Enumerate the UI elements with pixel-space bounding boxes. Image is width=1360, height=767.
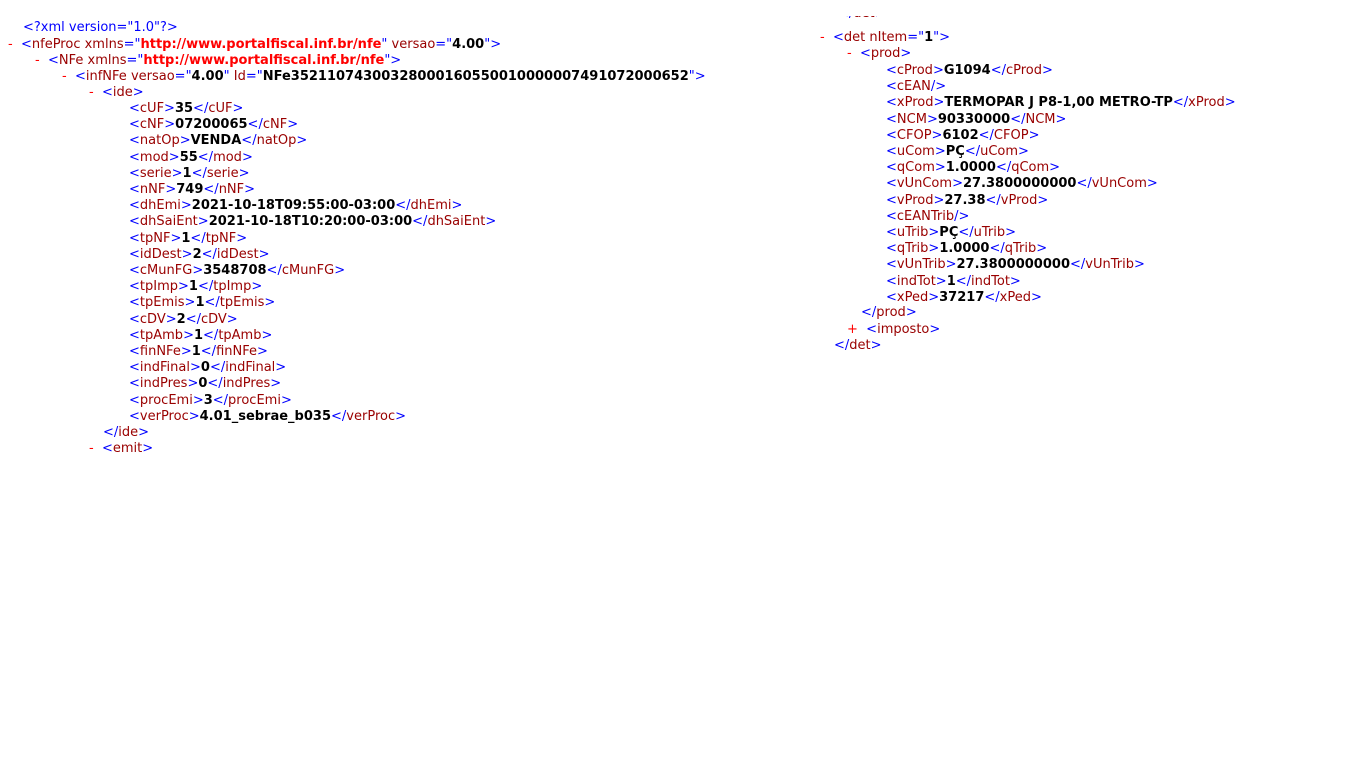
collapse-toggle[interactable]: - — [89, 85, 94, 100]
collapse-toggle[interactable]: - — [62, 69, 67, 84]
prod-node-open: - <prod> — [847, 46, 912, 61]
xml-element-vUnTrib: <vUnTrib>27.3800000000</vUnTrib> — [886, 257, 1145, 273]
xml-tree-left-pane: <?xml version="1.0"?> - <nfeProc xmlns="… — [0, 0, 820, 462]
collapse-toggle[interactable]: - — [35, 53, 40, 68]
xml-element-cUF: <cUF>35</cUF> — [129, 101, 244, 116]
xml-element-idDest: <idDest>2</idDest> — [129, 246, 270, 262]
xml-element-indTot: <indTot>1</indTot> — [886, 273, 1021, 289]
det-node-close: </det> — [834, 338, 882, 353]
nfeproc-node: - <nfeProc xmlns="http://www.portalfisca… — [8, 37, 502, 52]
xml-element-tpNF: <tpNF>1</tpNF> — [129, 230, 248, 246]
xml-element-cDV: <cDV>2</cDV> — [129, 311, 238, 327]
clipped-line-fragment: </det> — [838, 16, 898, 22]
xml-element-finNFe: <finNFe>1</finNFe> — [129, 344, 268, 359]
xml-element-tpEmis: <tpEmis>1</tpEmis> — [129, 295, 276, 311]
xml-element-xPed: <xPed>37217</xPed> — [886, 289, 1042, 305]
xml-element-tpAmb: <tpAmb>1</tpAmb> — [129, 327, 273, 343]
xml-element-cMunFG: <cMunFG>3548708</cMunFG> — [129, 263, 346, 278]
xml-declaration: <?xml version="1.0"?> — [23, 20, 178, 35]
xml-element-cEANTrib: <cEANTrib/> — [886, 208, 970, 224]
xml-element-vProd: <vProd>27.38</vProd> — [886, 192, 1049, 208]
xml-element-cEAN: <cEAN/> — [886, 79, 947, 95]
collapse-toggle[interactable]: - — [89, 441, 94, 456]
xml-element-uCom: <uCom>PÇ</uCom> — [886, 144, 1029, 159]
xml-element-qCom: <qCom>1.0000</qCom> — [886, 160, 1061, 176]
prod-node-close: </prod> — [861, 305, 917, 320]
collapse-toggle[interactable]: - — [847, 46, 852, 61]
emit-node: - <emit> — [89, 441, 154, 456]
ide-node-close: </ide> — [103, 425, 150, 440]
xml-element-vUnCom: <vUnCom>27.3800000000</vUnCom> — [886, 176, 1158, 192]
xml-element-dhEmi: <dhEmi>2021-10-18T09:55:00-03:00</dhEmi> — [129, 198, 463, 214]
det-node: - <det nItem="1"> — [820, 30, 951, 45]
xml-element-indPres: <indPres>0</indPres> — [129, 376, 282, 392]
xml-element-indFinal: <indFinal>0</indFinal> — [129, 360, 287, 376]
xml-element-mod: <mod>55</mod> — [129, 149, 253, 165]
xml-element-qTrib: <qTrib>1.0000</qTrib> — [886, 241, 1048, 257]
xml-element-CFOP: <CFOP>6102</CFOP> — [886, 127, 1040, 143]
nfe-node: - <NFe xmlns="http://www.portalfiscal.in… — [35, 53, 402, 68]
xml-tree-right-pane: </det> - <det nItem="1"> - <prod> <cProd… — [818, 0, 1358, 360]
xml-element-dhSaiEnt: <dhSaiEnt>2021-10-18T10:20:00-03:00</dhS… — [129, 214, 497, 230]
xml-element-uTrib: <uTrib>PÇ</uTrib> — [886, 225, 1017, 240]
xml-element-serie: <serie>1</serie> — [129, 165, 250, 181]
collapse-toggle[interactable]: - — [820, 30, 825, 45]
xml-element-nNF: <nNF>749</nNF> — [129, 182, 256, 197]
imposto-node: + <imposto> — [847, 322, 941, 337]
xml-element-cNF: <cNF>07200065</cNF> — [129, 117, 299, 133]
xml-element-NCM: <NCM>90330000</NCM> — [886, 111, 1067, 127]
collapse-toggle[interactable]: - — [8, 37, 13, 52]
xml-element-verProc: <verProc>4.01_sebrae_b035</verProc> — [129, 408, 407, 424]
xml-element-xProd: <xProd>TERMOPAR J P8-1,00 METRO-TP</xPro… — [886, 95, 1236, 111]
xml-element-procEmi: <procEmi>3</procEmi> — [129, 392, 292, 408]
infnfe-node: - <infNFe versao="4.00" Id="NFe352110743… — [62, 69, 706, 84]
ide-node-open: - <ide> — [89, 85, 144, 100]
xml-element-tpImp: <tpImp>1</tpImp> — [129, 279, 263, 295]
xml-element-natOp: <natOp>VENDA</natOp> — [129, 133, 308, 149]
expand-toggle[interactable]: + — [847, 322, 858, 337]
xml-element-cProd: <cProd>G1094</cProd> — [886, 63, 1053, 78]
